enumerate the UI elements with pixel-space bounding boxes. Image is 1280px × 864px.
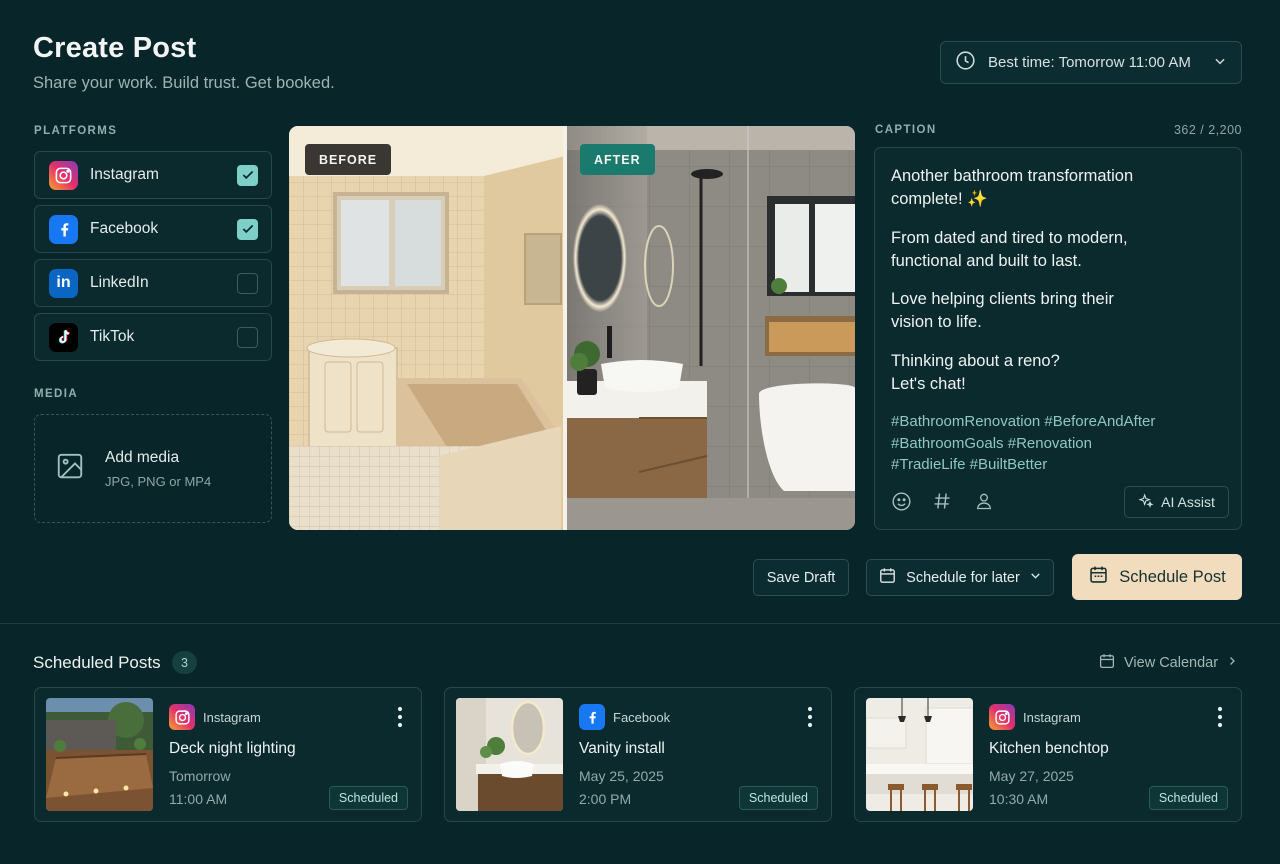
caption-line: functional and built to last.	[891, 252, 1082, 270]
instagram-icon	[49, 160, 78, 190]
post-date: May 25, 2025	[579, 768, 664, 784]
caption-line: Let's chat!	[891, 375, 966, 393]
platform-name: Facebook	[90, 220, 159, 237]
post-platform-name: Facebook	[613, 709, 671, 725]
status-badge: Scheduled	[1148, 786, 1228, 810]
add-media-label: Add media	[105, 448, 180, 466]
post-time: 10:30 AM	[989, 791, 1049, 807]
emoji-icon[interactable]	[890, 490, 912, 512]
ai-assist-button[interactable]: AI Assist	[1124, 486, 1229, 518]
caption-line: complete! ✨	[891, 190, 988, 208]
calendar-icon	[1088, 564, 1109, 590]
caption-line: vision to life.	[891, 313, 982, 331]
post-title: Kitchen benchtop	[989, 740, 1109, 757]
platform-facebook[interactable]: Facebook	[34, 205, 272, 253]
post-thumbnail	[456, 698, 563, 811]
caption-line: Thinking about a reno?	[891, 352, 1060, 370]
instagram-checkbox[interactable]	[237, 164, 258, 186]
caption-line: Love helping clients bring their	[891, 290, 1114, 308]
platform-instagram[interactable]: Instagram	[34, 151, 272, 199]
after-badge: AFTER	[580, 144, 655, 175]
add-media-dropzone[interactable]: Add media JPG, PNG or MP4	[34, 414, 272, 523]
page-title: Create Post	[33, 32, 197, 64]
character-count: 362 / 2,200	[1173, 123, 1242, 137]
section-divider	[0, 623, 1280, 624]
hashtag-line: #TradieLife #BuiltBetter	[891, 456, 1048, 473]
save-draft-button[interactable]: Save Draft	[753, 559, 849, 596]
clock-icon	[955, 50, 976, 75]
calendar-icon	[1098, 652, 1116, 674]
before-badge: BEFORE	[305, 144, 392, 175]
calendar-icon	[878, 566, 897, 589]
post-title: Deck night lighting	[169, 740, 296, 757]
linkedin-icon: in	[49, 268, 78, 298]
post-time: 11:00 AM	[169, 791, 228, 807]
platform-name: TikTok	[90, 328, 135, 345]
schedule-later-dropdown[interactable]: Schedule for later	[866, 559, 1054, 596]
post-platform: Instagram	[169, 704, 261, 730]
facebook-icon	[579, 704, 605, 730]
mention-user-icon[interactable]	[973, 490, 995, 512]
post-date: May 27, 2025	[989, 768, 1074, 784]
ai-assist-label: AI Assist	[1161, 494, 1215, 510]
best-time-dropdown[interactable]: Best time: Tomorrow 11:00 AM	[940, 41, 1242, 84]
instagram-icon	[169, 704, 195, 730]
caption-textarea[interactable]: Another bathroom transformation complete…	[874, 147, 1242, 530]
platform-tiktok[interactable]: TikTok	[34, 313, 272, 361]
view-calendar-label: View Calendar	[1124, 655, 1219, 671]
facebook-checkbox[interactable]	[237, 218, 258, 240]
post-platform-name: Instagram	[1023, 709, 1081, 725]
media-label: MEDIA	[34, 388, 79, 400]
media-formats: JPG, PNG or MP4	[105, 473, 212, 489]
hashtag-line: #BathroomGoals #Renovation	[891, 434, 1092, 452]
sparkle-icon	[1138, 492, 1154, 512]
platform-name: LinkedIn	[90, 274, 149, 291]
chevron-down-icon	[1029, 569, 1042, 586]
post-platform: Instagram	[989, 704, 1081, 730]
page-subtitle: Share your work. Build trust. Get booked…	[33, 74, 335, 92]
schedule-post-button[interactable]: Schedule Post	[1072, 554, 1242, 600]
before-after-image: BEFORE AFTER	[289, 126, 855, 530]
platforms-label: PLATFORMS	[34, 125, 118, 137]
post-thumbnail	[46, 698, 153, 811]
status-badge: Scheduled	[738, 786, 818, 810]
caption-line: From dated and tired to modern,	[891, 229, 1128, 247]
save-draft-label: Save Draft	[766, 569, 836, 586]
best-time-label: Best time: Tomorrow 11:00 AM	[988, 54, 1191, 71]
post-title: Vanity install	[579, 740, 665, 757]
post-platform: Facebook	[579, 704, 670, 730]
post-thumbnail	[866, 698, 973, 811]
schedule-later-label: Schedule for later	[906, 569, 1020, 586]
post-time: 2:00 PM	[579, 791, 632, 807]
post-date: Tomorrow	[169, 768, 231, 784]
image-icon	[55, 451, 85, 486]
platform-linkedin[interactable]: in LinkedIn	[34, 259, 272, 307]
caption-line: Another bathroom transformation	[891, 167, 1134, 185]
tiktok-icon	[49, 322, 78, 352]
hashtag-icon[interactable]	[931, 490, 953, 512]
scheduled-post-card[interactable]: Instagram Kitchen benchtop May 27, 2025 …	[854, 687, 1242, 822]
more-options-icon[interactable]	[805, 706, 815, 728]
hashtags: #BathroomRenovation #BeforeAndAfter #Bat…	[891, 411, 1211, 476]
more-options-icon[interactable]	[395, 706, 405, 728]
chevron-right-icon	[1226, 655, 1238, 671]
instagram-icon	[989, 704, 1015, 730]
schedule-post-label: Schedule Post	[1119, 567, 1226, 586]
view-calendar-link[interactable]: View Calendar	[1098, 652, 1238, 674]
platform-name: Instagram	[90, 166, 159, 183]
scheduled-count-badge: 3	[172, 651, 197, 674]
caption-label: CAPTION	[875, 124, 937, 136]
scheduled-post-card[interactable]: Instagram Deck night lighting Tomorrow 1…	[34, 687, 422, 822]
linkedin-checkbox[interactable]	[237, 272, 258, 294]
hashtag-line: #BathroomRenovation #BeforeAndAfter	[891, 413, 1156, 430]
tiktok-checkbox[interactable]	[237, 326, 258, 348]
scheduled-post-card[interactable]: Facebook Vanity install May 25, 2025 2:0…	[444, 687, 832, 822]
facebook-icon	[49, 214, 78, 244]
status-badge: Scheduled	[328, 786, 408, 810]
post-platform-name: Instagram	[203, 709, 261, 725]
scheduled-posts-title: Scheduled Posts	[33, 653, 161, 672]
chevron-down-icon	[1213, 54, 1227, 72]
more-options-icon[interactable]	[1215, 706, 1225, 728]
